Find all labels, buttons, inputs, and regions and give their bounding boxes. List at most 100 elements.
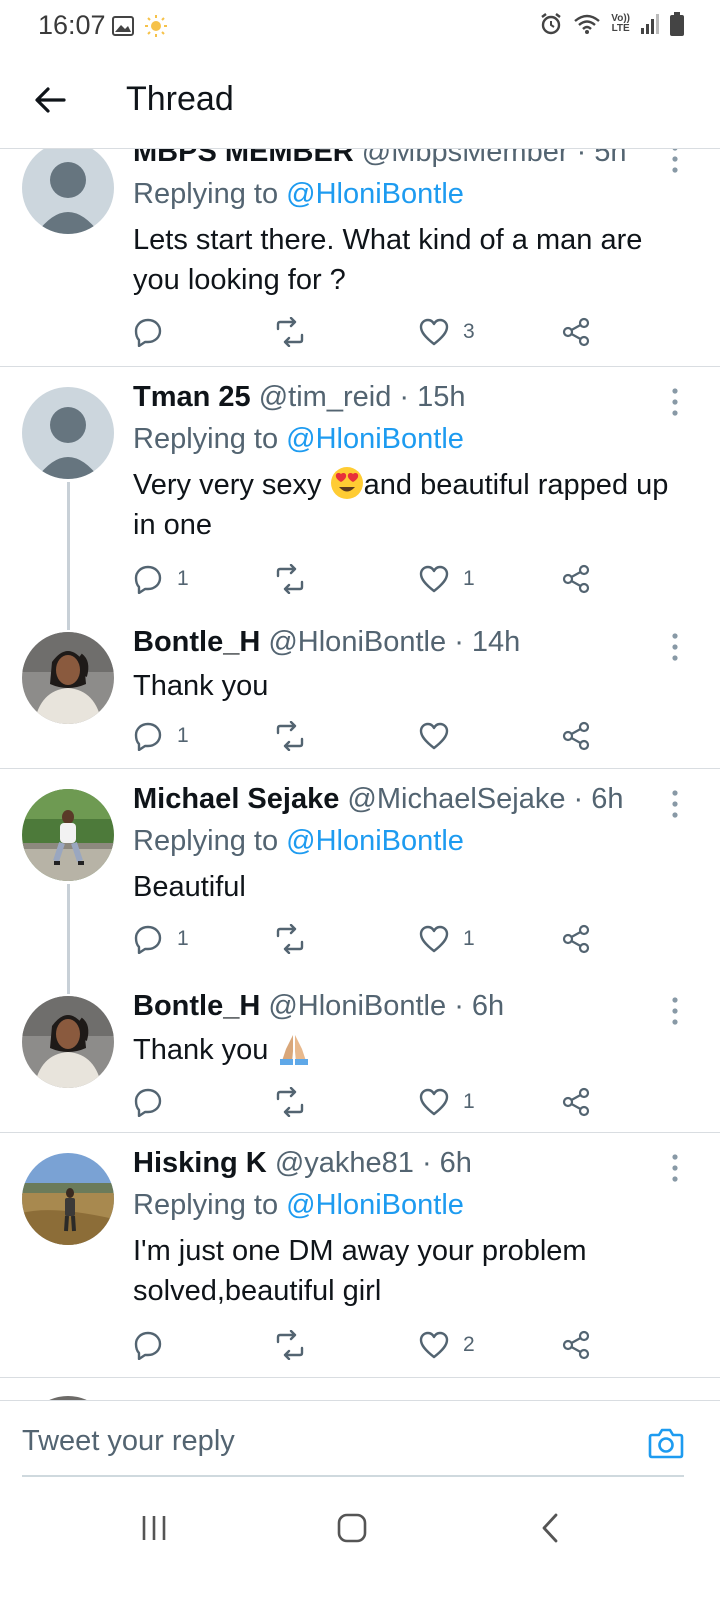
tweet-bontle-h-2[interactable]: Bontle_H @HloniBontle · 6h Thank you 1 xyxy=(0,976,720,1132)
author-name[interactable]: Bontle_H xyxy=(133,626,260,658)
retweet-button[interactable] xyxy=(273,1325,307,1365)
mention-link[interactable]: @HloniBontle xyxy=(286,825,464,857)
like-button[interactable]: 1 xyxy=(419,1082,475,1122)
reply-icon xyxy=(134,565,162,594)
author-name[interactable]: Michael Sejake xyxy=(133,783,339,815)
reply-button[interactable] xyxy=(133,1325,177,1365)
share-icon xyxy=(562,721,590,751)
thread-feed[interactable]: MBPS MEMBER @MbpsMember · 5h Replying to… xyxy=(0,148,720,1420)
author-name[interactable]: MBPS MEMBER xyxy=(133,148,354,168)
share-icon xyxy=(562,317,590,347)
reply-icon xyxy=(134,318,162,347)
home-button[interactable] xyxy=(322,1508,382,1548)
retweet-button[interactable] xyxy=(273,919,307,959)
recent-apps-button[interactable] xyxy=(124,1508,184,1548)
retweet-icon xyxy=(276,924,304,954)
share-button[interactable] xyxy=(561,716,591,756)
retweet-icon xyxy=(276,317,304,347)
tweet-actions: 11 xyxy=(133,919,603,959)
reply-button[interactable]: 1 xyxy=(133,559,189,599)
gallery-icon xyxy=(112,16,134,36)
tweet-text: Beautiful xyxy=(133,871,246,903)
tweet-mbps-member[interactable]: MBPS MEMBER @MbpsMember · 5h Replying to… xyxy=(0,148,720,366)
lte-indicator: Vo)) LTE xyxy=(611,13,630,34)
author-name[interactable]: Tman 25 xyxy=(133,381,251,413)
avatar[interactable] xyxy=(22,1153,114,1245)
tweet-tman-25[interactable]: Tman 25 @tim_reid · 15h Replying to @Hlo… xyxy=(0,367,720,612)
reply-button[interactable] xyxy=(133,1082,177,1122)
avatar[interactable] xyxy=(22,148,114,234)
reply-button[interactable] xyxy=(133,312,177,352)
battery-icon xyxy=(670,12,684,36)
reply-composer[interactable]: Tweet your reply xyxy=(0,1400,720,1479)
tweet-michael-sejake[interactable]: Michael Sejake @MichaelSejake · 6h Replyi… xyxy=(0,769,720,969)
more-options-icon[interactable] xyxy=(670,789,680,819)
author-handle[interactable]: @MichaelSejake xyxy=(347,783,565,815)
back-nav-button[interactable] xyxy=(520,1508,580,1548)
avatar[interactable] xyxy=(22,387,114,479)
mention-link[interactable]: @HloniBontle xyxy=(286,178,464,210)
more-options-icon[interactable] xyxy=(670,148,680,174)
retweet-button[interactable] xyxy=(273,559,307,599)
heart-icon xyxy=(419,565,449,593)
home-icon xyxy=(337,1513,367,1543)
tweet-text: Lets start there. What kind of a man are… xyxy=(133,224,643,296)
heart-icon xyxy=(419,722,449,750)
share-button[interactable] xyxy=(561,312,591,352)
more-options-icon[interactable] xyxy=(670,1153,680,1183)
like-button[interactable]: 3 xyxy=(419,312,475,352)
tweet-time: · 6h xyxy=(573,783,624,815)
author-handle[interactable]: @yakhe81 xyxy=(275,1147,414,1179)
author-name[interactable]: Bontle_H xyxy=(133,990,260,1022)
share-button[interactable] xyxy=(561,919,591,959)
more-options-icon[interactable] xyxy=(670,996,680,1026)
share-icon xyxy=(562,924,590,954)
like-button[interactable] xyxy=(419,716,463,756)
heart-icon xyxy=(419,925,449,953)
reply-input[interactable]: Tweet your reply xyxy=(22,1425,235,1458)
heart-icon xyxy=(419,1331,449,1359)
author-handle[interactable]: @tim_reid xyxy=(259,381,392,413)
share-button[interactable] xyxy=(561,1325,591,1365)
tweet-bontle-h-1[interactable]: Bontle_H @HloniBontle · 14h Thank you 1 xyxy=(0,612,720,766)
reply-button[interactable]: 1 xyxy=(133,919,189,959)
retweet-button[interactable] xyxy=(273,312,307,352)
more-options-icon[interactable] xyxy=(670,632,680,662)
wifi-icon xyxy=(574,14,601,34)
tweet-hisking-k[interactable]: Hisking K @yakhe81 · 6h Replying to @Hlon… xyxy=(0,1133,720,1375)
replying-to: Replying to @HloniBontle xyxy=(133,1189,464,1221)
share-button[interactable] xyxy=(561,1082,591,1122)
mention-link[interactable]: @HloniBontle xyxy=(286,423,464,455)
heart-icon xyxy=(419,1088,449,1116)
tweet-text: Thank you xyxy=(133,1030,693,1070)
reply-icon xyxy=(134,722,162,751)
author-handle[interactable]: @HloniBontle xyxy=(268,626,446,658)
avatar[interactable] xyxy=(22,996,114,1088)
folded-hands-emoji-icon xyxy=(280,1035,309,1065)
back-arrow-icon[interactable] xyxy=(30,80,70,120)
author-handle[interactable]: @MbpsMember xyxy=(362,148,569,168)
mention-link[interactable]: @HloniBontle xyxy=(286,1189,464,1221)
retweet-button[interactable] xyxy=(273,1082,307,1122)
reply-button[interactable]: 1 xyxy=(133,716,189,756)
retweet-icon xyxy=(276,1087,304,1117)
author-handle[interactable]: @HloniBontle xyxy=(268,990,446,1022)
more-options-icon[interactable] xyxy=(670,387,680,417)
author-name[interactable]: Hisking K xyxy=(133,1147,267,1179)
like-button[interactable]: 1 xyxy=(419,559,475,599)
share-button[interactable] xyxy=(561,559,591,599)
retweet-button[interactable] xyxy=(273,716,307,756)
reply-underline xyxy=(22,1475,684,1477)
reply-icon xyxy=(134,1088,162,1117)
retweet-icon xyxy=(276,1330,304,1360)
like-button[interactable]: 2 xyxy=(419,1325,475,1365)
like-count: 3 xyxy=(463,320,475,343)
avatar[interactable] xyxy=(22,789,114,881)
like-count: 1 xyxy=(463,927,475,950)
like-button[interactable]: 1 xyxy=(419,919,475,959)
avatar[interactable] xyxy=(22,632,114,724)
camera-icon[interactable] xyxy=(646,1423,686,1463)
tweet-time: · 14h xyxy=(454,626,521,658)
chevron-left-icon xyxy=(542,1513,558,1543)
tweet-actions: 2 xyxy=(133,1325,603,1365)
